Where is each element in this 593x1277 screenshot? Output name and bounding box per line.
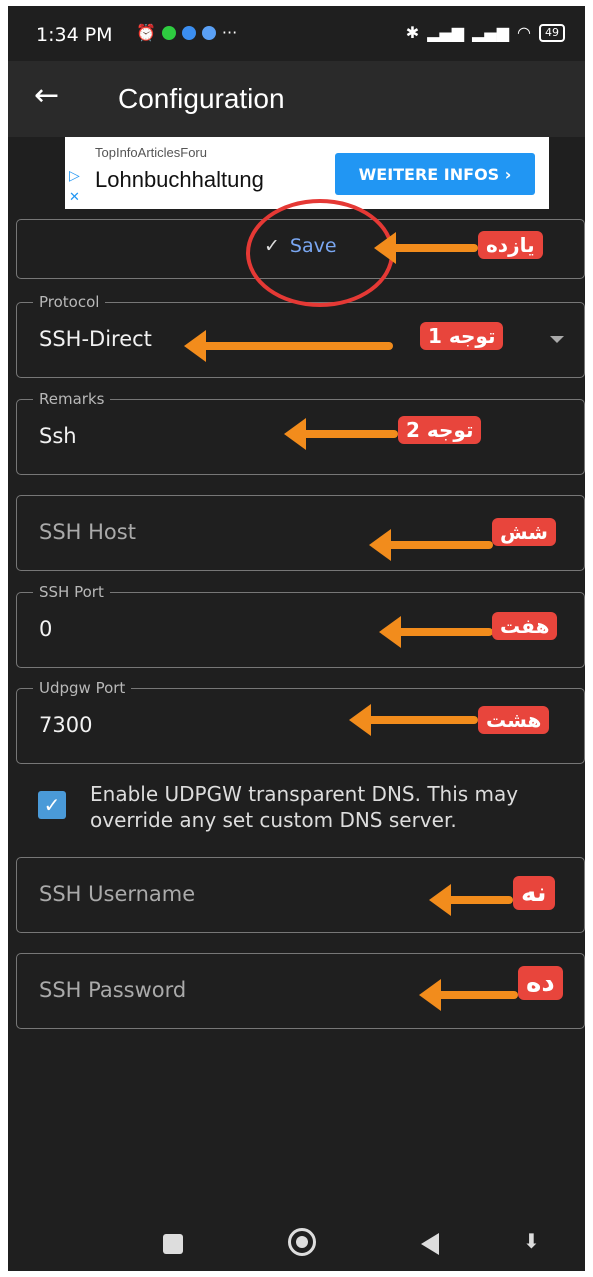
port-annotation-arrow xyxy=(379,616,493,648)
status-bar: 1:34 PM ⏰ ··· ✱ ▂▄▆ ▂▄▆ ◠ 49 xyxy=(8,6,585,61)
remarks-value: Ssh xyxy=(39,424,77,448)
host-annotation-arrow xyxy=(369,529,493,561)
udpgw-port-label: Udpgw Port xyxy=(33,679,132,697)
signal-2-icon: ▂▄▆ xyxy=(472,23,510,42)
chat-notification-icon xyxy=(181,25,196,40)
wifi-icon: ◠ xyxy=(517,23,531,42)
ssh-username-placeholder: SSH Username xyxy=(39,882,196,906)
system-nav-bar: ⬇ xyxy=(8,1214,585,1271)
ad-close-icon[interactable]: ✕ xyxy=(69,189,80,205)
udpgw-annotation-tag: هشت xyxy=(478,706,550,734)
notification-icons: ⏰ ··· xyxy=(136,23,237,42)
ad-banner[interactable]: ▷ ✕ TopInfoArticlesForu Lohnbuchhaltung … xyxy=(65,137,549,209)
ad-headline: Lohnbuchhaltung xyxy=(95,167,264,192)
ssh-username-field[interactable]: SSH Username xyxy=(16,857,585,933)
phone-screen: 1:34 PM ⏰ ··· ✱ ▂▄▆ ▂▄▆ ◠ 49 ← Configura… xyxy=(8,6,585,1271)
battery-icon: 49 xyxy=(539,23,565,42)
page-title: Configuration xyxy=(118,83,285,114)
chevron-down-icon[interactable] xyxy=(550,336,564,343)
ssh-port-value: 0 xyxy=(39,617,53,641)
username-annotation-tag: نه xyxy=(513,876,555,910)
password-annotation-tag: ده xyxy=(518,966,563,1000)
alarm-icon: ⏰ xyxy=(136,23,156,42)
remarks-label: Remarks xyxy=(33,390,111,408)
protocol-value: SSH-Direct xyxy=(39,327,152,351)
ad-choices-icon[interactable]: ▷ xyxy=(69,167,80,184)
signal-icon: ▂▄▆ xyxy=(427,23,465,42)
save-annotation-tag: یازده xyxy=(478,231,543,259)
more-notifications-icon: ··· xyxy=(221,23,238,42)
bluetooth-icon: ✱ xyxy=(405,23,420,42)
app-bar: ← Configuration xyxy=(8,61,585,137)
udpgw-dns-checkbox[interactable]: ✓ xyxy=(38,791,66,819)
protocol-annotation-arrow xyxy=(184,330,393,362)
remarks-annotation-arrow xyxy=(284,418,398,450)
app-notification-icon xyxy=(161,25,176,40)
udpgw-annotation-arrow xyxy=(349,704,478,736)
host-annotation-tag: شش xyxy=(492,518,556,546)
udpgw-dns-label: Enable UDPGW transparent DNS. This may o… xyxy=(90,782,519,832)
ssh-host-placeholder: SSH Host xyxy=(39,520,136,544)
back-arrow-icon[interactable]: ← xyxy=(34,78,59,113)
save-annotation-arrow xyxy=(374,232,478,264)
back-triangle-icon[interactable] xyxy=(421,1233,439,1255)
port-annotation-tag: هفت xyxy=(492,612,558,640)
save-highlight-circle xyxy=(246,199,394,307)
home-icon[interactable] xyxy=(288,1228,316,1256)
protocol-annotation-tag: توجه 1 xyxy=(420,322,504,350)
hide-keyboard-icon[interactable]: ⬇ xyxy=(523,1229,540,1254)
phone-notification-icon xyxy=(201,25,216,40)
status-time: 1:34 PM xyxy=(36,24,113,46)
protocol-label: Protocol xyxy=(33,293,106,311)
ssh-port-label: SSH Port xyxy=(33,583,110,601)
ssh-password-placeholder: SSH Password xyxy=(39,978,187,1002)
ad-advertiser: TopInfoArticlesForu xyxy=(95,145,207,160)
status-right-icons: ✱ ▂▄▆ ▂▄▆ ◠ 49 xyxy=(406,23,565,42)
remarks-annotation-tag: توجه 2 xyxy=(398,416,482,444)
ad-cta-button[interactable]: WEITERE INFOS › xyxy=(335,153,535,195)
password-annotation-arrow xyxy=(419,979,518,1011)
recents-icon[interactable] xyxy=(163,1234,183,1254)
udpgw-port-value: 7300 xyxy=(39,713,93,737)
username-annotation-arrow xyxy=(429,884,513,916)
